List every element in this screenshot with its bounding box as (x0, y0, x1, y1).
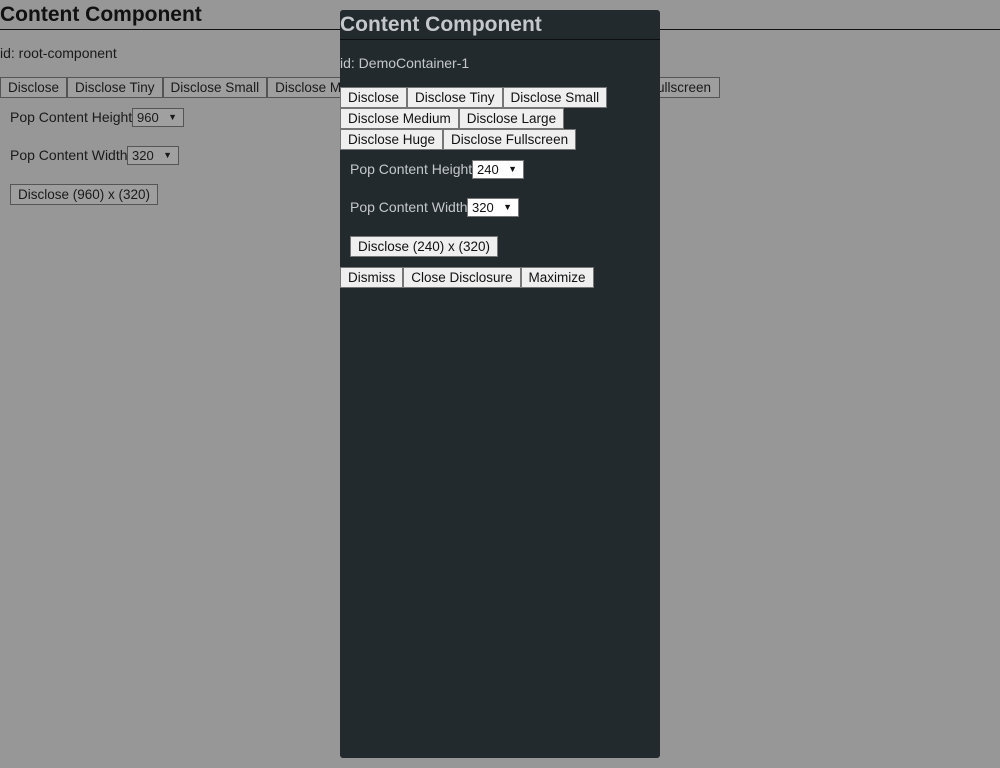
maximize-button[interactable]: Maximize (520, 267, 594, 288)
chevron-down-icon: ▼ (163, 150, 172, 160)
pop-content-height-select[interactable]: 960 ▼ (132, 108, 184, 127)
root-disclose-button[interactable]: Disclose (0, 77, 68, 98)
pop-content-width-select[interactable]: 320 ▼ (467, 198, 519, 217)
disclose-fullscreen-button[interactable]: Disclose Fullscreen (443, 129, 577, 150)
modal-disclose-buttons-row-1: Disclose Disclose Tiny Disclose Small (340, 87, 608, 108)
modal-title: Content Component (340, 13, 542, 36)
pop-content-width-label: Pop Content Width (350, 199, 468, 215)
component-id-label: id: root-component (0, 45, 117, 61)
root-disclose-small-button[interactable]: Disclose Small (162, 77, 268, 98)
chevron-down-icon: ▼ (503, 202, 512, 212)
modal-component-id-label: id: DemoContainer-1 (340, 55, 470, 71)
dismiss-button[interactable]: Dismiss (340, 267, 404, 288)
disclose-medium-button[interactable]: Disclose Medium (340, 108, 459, 129)
select-value: 320 (132, 148, 154, 163)
pop-content-height-select[interactable]: 240 ▼ (472, 160, 524, 179)
pop-content-width-select[interactable]: 320 ▼ (127, 146, 179, 165)
select-value: 960 (137, 110, 159, 125)
root-disclose-custom-size-button[interactable]: Disclose (960) x (320) (10, 184, 159, 205)
root-disclose-tiny-button[interactable]: Disclose Tiny (67, 77, 163, 98)
modal-title-divider (340, 39, 660, 40)
close-disclosure-button[interactable]: Close Disclosure (403, 267, 521, 288)
pop-content-width-label: Pop Content Width (10, 147, 128, 163)
pop-content-height-label: Pop Content Height (10, 109, 133, 125)
pop-content-height-label: Pop Content Height (350, 161, 473, 177)
disclose-custom-size-button[interactable]: Disclose (240) x (320) (350, 236, 499, 257)
disclose-tiny-button[interactable]: Disclose Tiny (407, 87, 503, 108)
disclose-button[interactable]: Disclose (340, 87, 408, 108)
root-disclose-buttons: Disclose Disclose Tiny Disclose Small Discl… (0, 77, 357, 98)
disclose-large-button[interactable]: Disclose Large (458, 108, 565, 129)
modal-disclose-buttons-row-3: Disclose Huge Disclose Fullscreen (340, 129, 577, 150)
select-value: 320 (472, 200, 494, 215)
demo-container-modal: Content Component id: DemoContainer-1 Di… (340, 10, 660, 758)
page-title: Content Component (0, 3, 202, 26)
chevron-down-icon: ▼ (168, 112, 177, 122)
modal-action-buttons: Dismiss Close Disclosure Maximize (340, 267, 594, 288)
disclose-huge-button[interactable]: Disclose Huge (340, 129, 444, 150)
chevron-down-icon: ▼ (508, 164, 517, 174)
disclose-small-button[interactable]: Disclose Small (502, 87, 608, 108)
modal-disclose-buttons-row-2: Disclose Medium Disclose Large (340, 108, 565, 129)
select-value: 240 (477, 162, 499, 177)
